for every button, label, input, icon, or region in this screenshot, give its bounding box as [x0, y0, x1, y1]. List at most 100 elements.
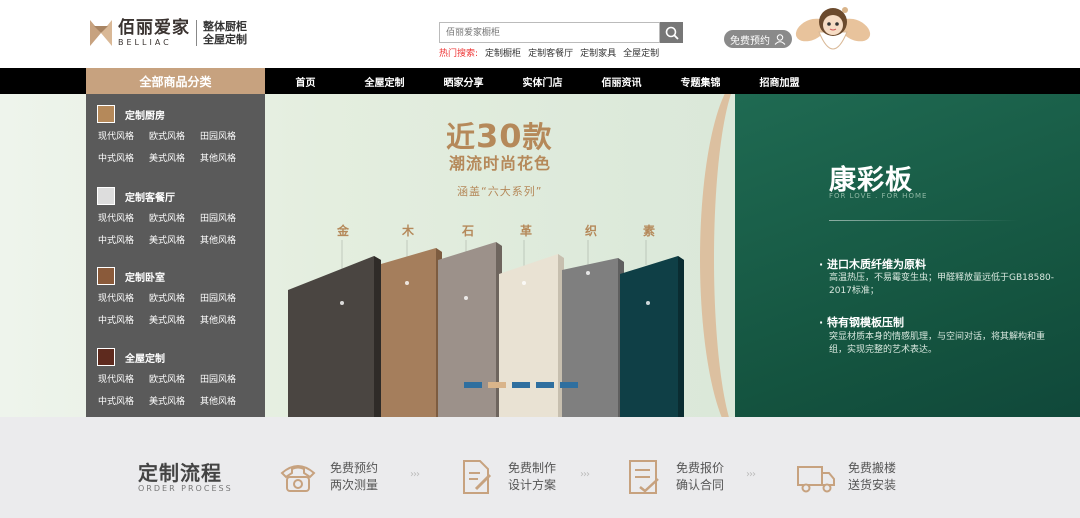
style-link[interactable]: 欧式风格 [149, 211, 185, 224]
logo-name: 佰丽爱家 [118, 17, 190, 38]
material-label: 木 [402, 224, 415, 238]
hot-link[interactable]: 定制家具 [580, 46, 616, 59]
hot-search-label: 热门搜索: [439, 49, 479, 59]
step-line-2: 两次测量 [330, 478, 379, 492]
search-input[interactable] [439, 22, 660, 43]
hot-link[interactable]: 全屋定制 [623, 46, 659, 59]
step-line-1: 免费预约 [330, 461, 379, 475]
style-link[interactable]: 现代风格 [98, 372, 134, 385]
nav-topics[interactable]: 专题集锦 [661, 68, 740, 94]
wardrobe-icon [97, 267, 115, 285]
nav-stores[interactable]: 实体门店 [503, 68, 582, 94]
logo-english: BELLIAC [118, 37, 172, 47]
style-link[interactable]: 美式风格 [149, 313, 185, 326]
category-title[interactable]: 定制客餐厅 [125, 189, 175, 204]
design-icon [463, 460, 492, 494]
order-process-section: 定制流程 ORDER PROCESS 免费预约 两次测量 ››› 免费制作 设计方案… [0, 417, 1080, 518]
hot-link[interactable]: 定制橱柜 [485, 46, 521, 59]
style-link[interactable]: 其他风格 [200, 233, 236, 246]
reserve-label: 免费预约 [730, 35, 770, 47]
style-link[interactable]: 其他风格 [200, 394, 236, 407]
free-reservation-button[interactable]: 免费预约 [724, 30, 792, 48]
header: 佰丽爱家 BELLIAC 整体厨柜 全屋定制 热门搜索: 定制橱柜 定制客餐厅 … [0, 0, 1080, 68]
main-nav: 全部商品分类 首页 全屋定制 晒家分享 实体门店 佰丽资讯 专题集锦 招商加盟 [0, 68, 1080, 94]
style-link[interactable]: 田园风格 [200, 211, 236, 224]
hot-link[interactable]: 定制客餐厅 [528, 46, 573, 59]
user-icon [774, 33, 786, 45]
logo[interactable]: 佰丽爱家 BELLIAC 整体厨柜 全屋定制 [88, 18, 247, 48]
style-link[interactable]: 现代风格 [98, 129, 134, 142]
process-step: 免费预约 两次测量 [278, 457, 378, 497]
step-line-2: 确认合同 [676, 478, 725, 492]
all-categories-button[interactable]: 全部商品分类 [86, 68, 265, 94]
nav-franchise[interactable]: 招商加盟 [740, 68, 819, 94]
style-link[interactable]: 中式风格 [98, 233, 134, 246]
category-title[interactable]: 全屋定制 [125, 350, 165, 365]
brand-slogan: FOR LOVE . FOR HOME [829, 192, 928, 200]
style-link[interactable]: 中式风格 [98, 313, 134, 326]
carousel-dot[interactable] [512, 382, 530, 388]
feature-title: · 特有钢模板压制 [819, 316, 905, 329]
truck-icon [797, 466, 835, 493]
arrow-separator: ››› [410, 469, 420, 480]
sofa-icon [97, 187, 115, 205]
process-step: 免费报价 确认合同 [624, 457, 724, 497]
nav-whole-house[interactable]: 全屋定制 [345, 68, 424, 94]
arrow-separator: ››› [746, 469, 756, 480]
carousel-dot-active[interactable] [488, 382, 506, 388]
style-link[interactable]: 美式风格 [149, 394, 185, 407]
style-link[interactable]: 欧式风格 [149, 372, 185, 385]
step-line-1: 免费制作 [508, 461, 557, 475]
hot-searches: 热门搜索: 定制橱柜 定制客餐厅 定制家具 全屋定制 [439, 46, 659, 59]
material-label: 革 [520, 224, 533, 238]
headline-suffix: 款 [522, 120, 553, 154]
cabinet-icon [97, 348, 115, 366]
style-link[interactable]: 田园风格 [200, 372, 236, 385]
carousel-indicators [464, 382, 578, 388]
process-title: 定制流程 [138, 461, 222, 485]
nav-news[interactable]: 佰丽资讯 [582, 68, 661, 94]
style-link[interactable]: 现代风格 [98, 211, 134, 224]
phone-icon [280, 465, 316, 492]
process-step: 免费搬楼 送货安装 [796, 457, 896, 497]
material-label: 金 [337, 224, 350, 238]
tagline-2: 全屋定制 [203, 33, 247, 46]
carousel-dot[interactable] [560, 382, 578, 388]
style-link[interactable]: 田园风格 [200, 291, 236, 304]
step-line-2: 设计方案 [508, 478, 557, 492]
style-link[interactable]: 其他风格 [200, 151, 236, 164]
feature-title: · 进口木质纤维为原料 [819, 258, 927, 271]
headline-prefix: 近 [446, 120, 477, 154]
style-link[interactable]: 中式风格 [98, 151, 134, 164]
material-label: 石 [462, 224, 475, 238]
carousel-dot[interactable] [464, 382, 482, 388]
search-button[interactable] [660, 22, 683, 43]
search-icon [665, 26, 679, 40]
category-title[interactable]: 定制卧室 [125, 269, 165, 284]
nav-home[interactable]: 首页 [266, 68, 345, 94]
logo-divider [196, 20, 197, 46]
feature-description: 高温热压，不易霉变生虫；甲醛释放量远低于GB18580-2017标准； [829, 273, 1055, 296]
category-title[interactable]: 定制厨房 [125, 107, 165, 122]
tagline-1: 整体厨柜 [203, 20, 247, 33]
style-link[interactable]: 欧式风格 [149, 129, 185, 142]
search-bar [439, 22, 683, 43]
material-samples-image [288, 240, 684, 417]
fairy-mascot-image [795, 7, 871, 50]
style-link[interactable]: 其他风格 [200, 313, 236, 326]
style-link[interactable]: 美式风格 [149, 233, 185, 246]
category-whole-house: 全屋定制 现代风格 欧式风格 田园风格 中式风格 美式风格 其他风格 [86, 347, 265, 411]
kitchen-icon [97, 105, 115, 123]
material-label: 素 [643, 224, 656, 238]
style-link[interactable]: 现代风格 [98, 291, 134, 304]
page: 佰丽爱家 BELLIAC 整体厨柜 全屋定制 热门搜索: 定制橱柜 定制客餐厅 … [0, 0, 1080, 518]
style-link[interactable]: 中式风格 [98, 394, 134, 407]
arrow-separator: ››› [580, 469, 590, 480]
style-link[interactable]: 欧式风格 [149, 291, 185, 304]
process-step: 免费制作 设计方案 [456, 457, 556, 497]
carousel-dot[interactable] [536, 382, 554, 388]
nav-share[interactable]: 晒家分享 [424, 68, 503, 94]
style-link[interactable]: 田园风格 [200, 129, 236, 142]
promo-subheadline: 潮流时尚花色 [449, 154, 552, 173]
style-link[interactable]: 美式风格 [149, 151, 185, 164]
